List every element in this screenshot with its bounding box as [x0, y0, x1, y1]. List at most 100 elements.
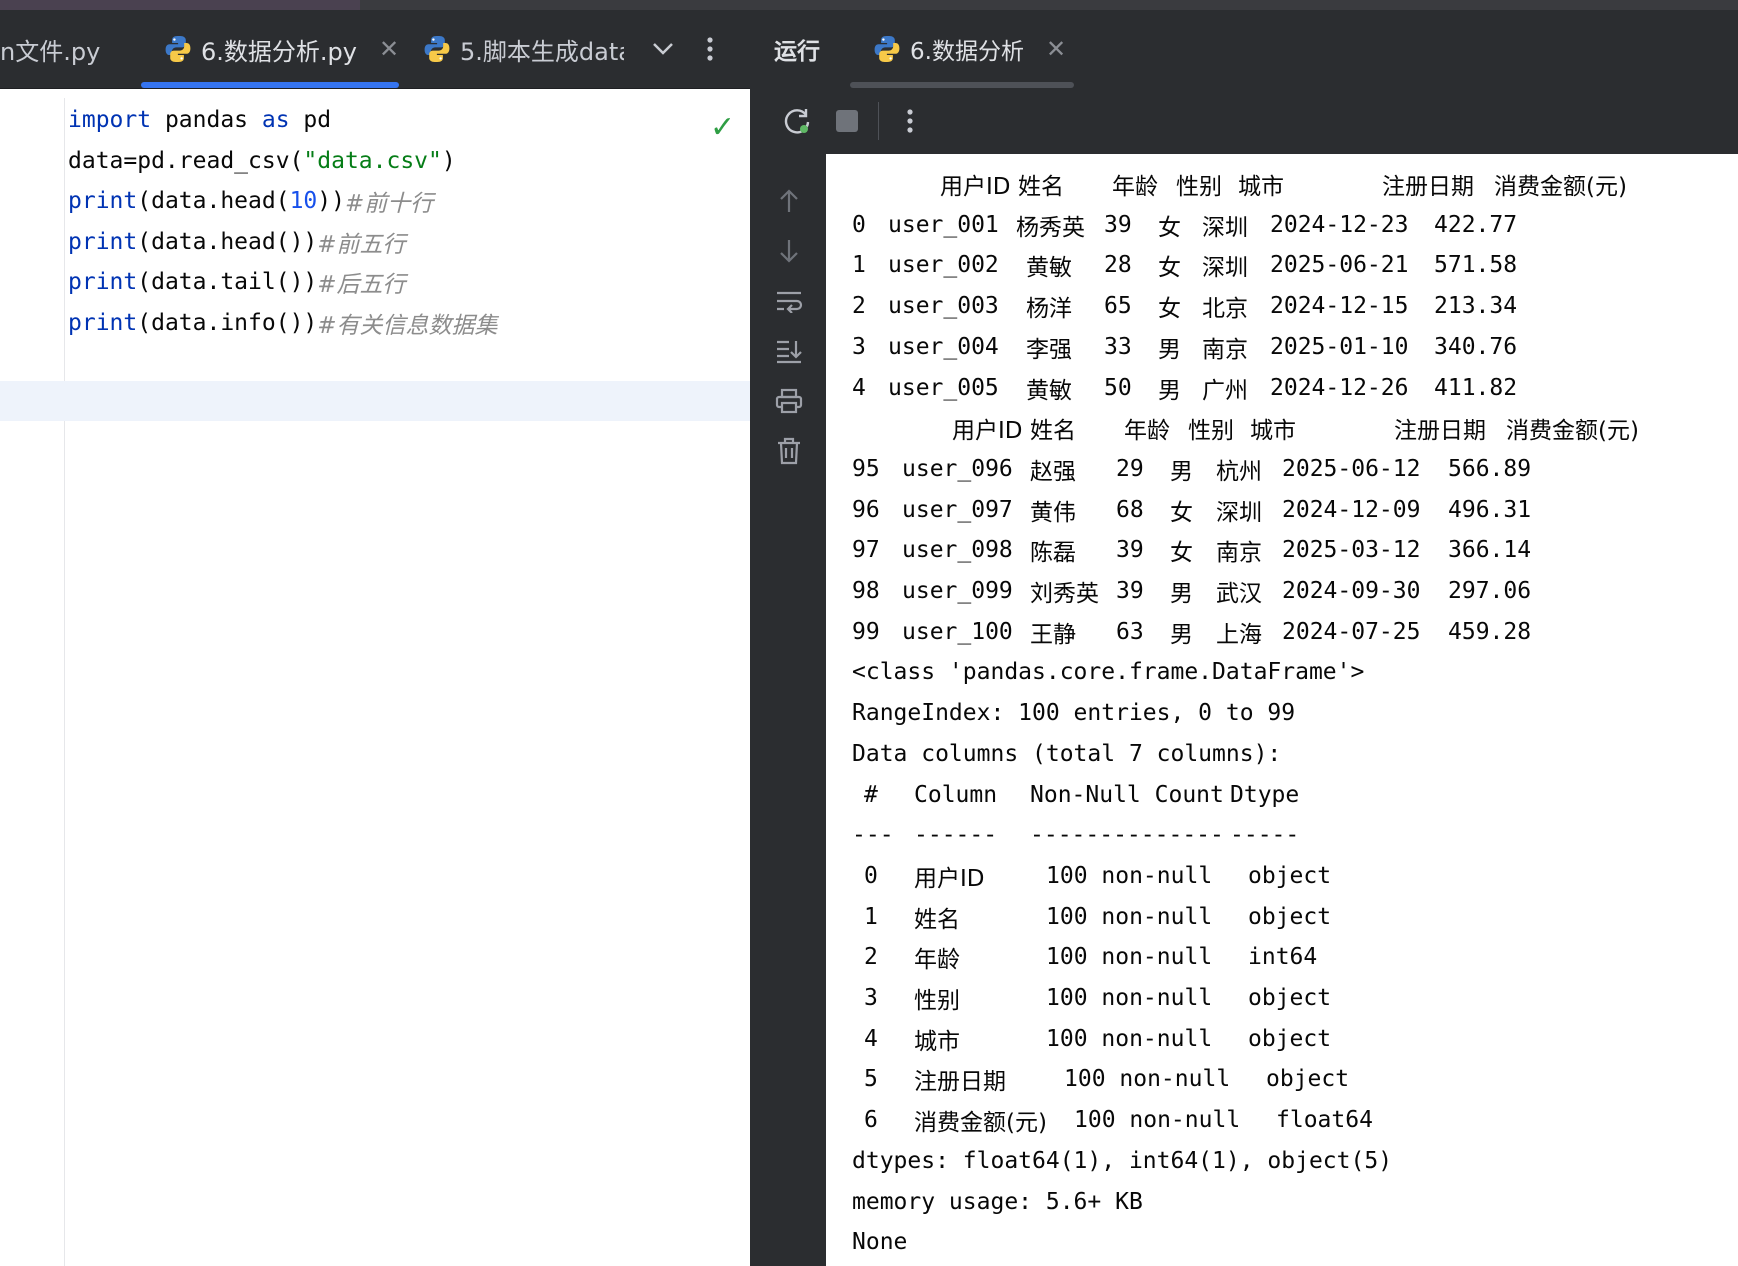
code-line[interactable]: import pandas as pd	[68, 100, 331, 140]
column-header: 城市	[1250, 418, 1296, 445]
column-header: 年龄	[1112, 174, 1158, 200]
close-icon[interactable]: ✕	[1046, 35, 1066, 63]
info-row: 3 性别 100 non-null object	[826, 978, 1738, 1018]
table-cell: 2024-09-30	[1282, 578, 1421, 604]
column-header: 性别	[1188, 418, 1234, 445]
console-line: <class 'pandas.core.frame.DataFrame'>	[826, 652, 1738, 692]
table-cell: 杭州	[1216, 458, 1262, 485]
table-row: 98 user_099 刘秀英 39 男武汉 2024-09-30 297.06	[826, 571, 1738, 611]
tab-data-analysis[interactable]: 6.数据分析.py ✕	[163, 10, 399, 88]
table-cell: 100 non-null	[1046, 903, 1213, 930]
column-header: Dtype	[1230, 781, 1300, 808]
column-header: 城市	[1238, 174, 1284, 200]
console-text: <class 'pandas.core.frame.DataFrame'>	[852, 659, 1365, 686]
more-vertical-icon[interactable]	[706, 10, 714, 88]
console-side-toolbar	[752, 154, 826, 1266]
stop-icon[interactable]	[834, 108, 860, 134]
table-cell: user_003	[888, 293, 999, 320]
more-vertical-icon[interactable]	[900, 106, 920, 136]
trash-icon[interactable]	[770, 432, 808, 470]
table-cell: 陈磊	[1030, 540, 1076, 567]
editor-tab-bar: n文件.py 6.数据分析.py ✕ 5.脚本生成data.j	[0, 10, 750, 89]
scroll-up-icon[interactable]	[770, 182, 808, 220]
table-cell: 0	[864, 862, 878, 889]
check-icon: ✓	[710, 110, 736, 145]
tab-label: 5.脚本生成data.j	[460, 37, 624, 66]
scroll-to-end-icon[interactable]	[770, 332, 808, 370]
rerun-icon[interactable]	[780, 104, 814, 138]
rule-text: -----	[1230, 822, 1300, 849]
console-output[interactable]: 用户ID 姓名 年龄 性别 城市 注册日期 消费金额(元) 0 user_001 杨秀英 39 女深圳…	[826, 154, 1738, 1266]
print-icon[interactable]	[770, 382, 808, 420]
code-line[interactable]: print (data.head()) #前五行	[68, 222, 406, 262]
table-cell: 99	[852, 618, 880, 645]
table-cell: 黄伟	[1030, 499, 1076, 526]
tab-label: n文件.py	[0, 37, 101, 66]
code-token: 10	[289, 188, 318, 215]
table-cell: 北京	[1202, 296, 1248, 323]
table-cell: 100 non-null	[1046, 1025, 1213, 1052]
column-header: Non-Null Count	[1030, 781, 1224, 808]
table-row: 3 user_004 李强 33 男南京 2025-01-10 340.76	[826, 327, 1738, 367]
active-tab-indicator	[141, 82, 399, 88]
column-header: 消费金额(元)	[1494, 174, 1627, 200]
table-cell: 96	[852, 496, 880, 523]
table-row: 95 user_096 赵强 29 男杭州 2025-06-12 566.89	[826, 449, 1738, 489]
tab-file-1[interactable]: n文件.py	[0, 10, 100, 88]
code-area[interactable]: import pandas as pd data=pd.read_csv("dat…	[0, 98, 750, 1266]
chevron-down-icon[interactable]	[652, 10, 674, 88]
rule-text: --------------	[1030, 822, 1224, 849]
console-line: memory usage: 5.6+ KB	[826, 1182, 1738, 1222]
soft-wrap-icon[interactable]	[770, 282, 808, 320]
rule-text: ------	[914, 822, 998, 849]
close-icon[interactable]: ✕	[379, 35, 399, 63]
table-cell: 571.58	[1434, 252, 1518, 279]
scroll-down-icon[interactable]	[770, 232, 808, 270]
column-header: 用户ID	[952, 418, 1023, 445]
table-cell: 100 non-null	[1046, 944, 1213, 971]
table-cell: 100 non-null	[1064, 1066, 1231, 1093]
table-cell: 男	[1170, 581, 1193, 607]
column-header: 性别	[1176, 174, 1222, 200]
table-cell: 黄敏	[1026, 255, 1072, 282]
code-line[interactable]: data=pd.read_csv("data.csv")	[68, 141, 456, 181]
table-cell: user_099	[902, 578, 1013, 604]
info-row: 0 用户ID 100 non-null object	[826, 856, 1738, 896]
table-cell: 用户ID	[914, 865, 985, 892]
table-cell: 496.31	[1448, 496, 1532, 523]
console-line: Data columns (total 7 columns):	[826, 734, 1738, 774]
code-token: "data.csv"	[303, 147, 442, 174]
code-token: #前十行	[344, 191, 434, 218]
table-cell: 2024-12-23	[1270, 211, 1409, 238]
editor-pane: n文件.py 6.数据分析.py ✕ 5.脚本生成data.j	[0, 10, 750, 1266]
code-token: #后五行	[317, 272, 406, 299]
run-tab[interactable]: 6.数据分析 ✕	[872, 10, 1066, 88]
table-cell: 4	[864, 1025, 878, 1052]
table-row: 4 user_005 黄敏 50 男广州 2024-12-26 411.82	[826, 368, 1738, 408]
table-cell: 3	[864, 985, 878, 1011]
console-text: Data columns (total 7 columns):	[852, 740, 1282, 767]
table-cell: 0	[852, 211, 866, 238]
table-header: 用户ID 姓名 年龄 性别 城市 注册日期 消费金额(元)	[826, 164, 1738, 204]
column-header: 消费金额(元)	[1506, 418, 1639, 445]
window-top-accent	[0, 0, 360, 10]
table-cell: 39	[1104, 211, 1132, 238]
table-cell: 2	[864, 944, 878, 971]
info-row: 1 姓名 100 non-null object	[826, 897, 1738, 937]
table-cell: 4	[852, 374, 866, 401]
code-line[interactable]: print (data.head(10)) #前十行	[68, 181, 433, 221]
table-cell: 366.14	[1448, 537, 1532, 564]
code-line[interactable]: print (data.tail()) #后五行	[68, 262, 406, 302]
console-line: None	[826, 1222, 1738, 1262]
run-tab-label: 6.数据分析	[910, 39, 1024, 65]
code-line[interactable]: print (data.info()) #有关信息数据集	[68, 303, 498, 343]
table-row: 99 user_100 王静 63 男上海 2024-07-25 459.28	[826, 612, 1738, 652]
table-cell: 男	[1158, 336, 1181, 363]
table-cell: 王静	[1030, 621, 1076, 648]
table-cell: 97	[852, 537, 880, 564]
rule-text: ---	[852, 822, 894, 849]
table-cell: 65	[1104, 293, 1132, 320]
table-cell: 340.76	[1434, 333, 1518, 360]
table-cell: 深圳	[1216, 499, 1262, 526]
tab-script-generate[interactable]: 5.脚本生成data.j	[422, 10, 624, 88]
